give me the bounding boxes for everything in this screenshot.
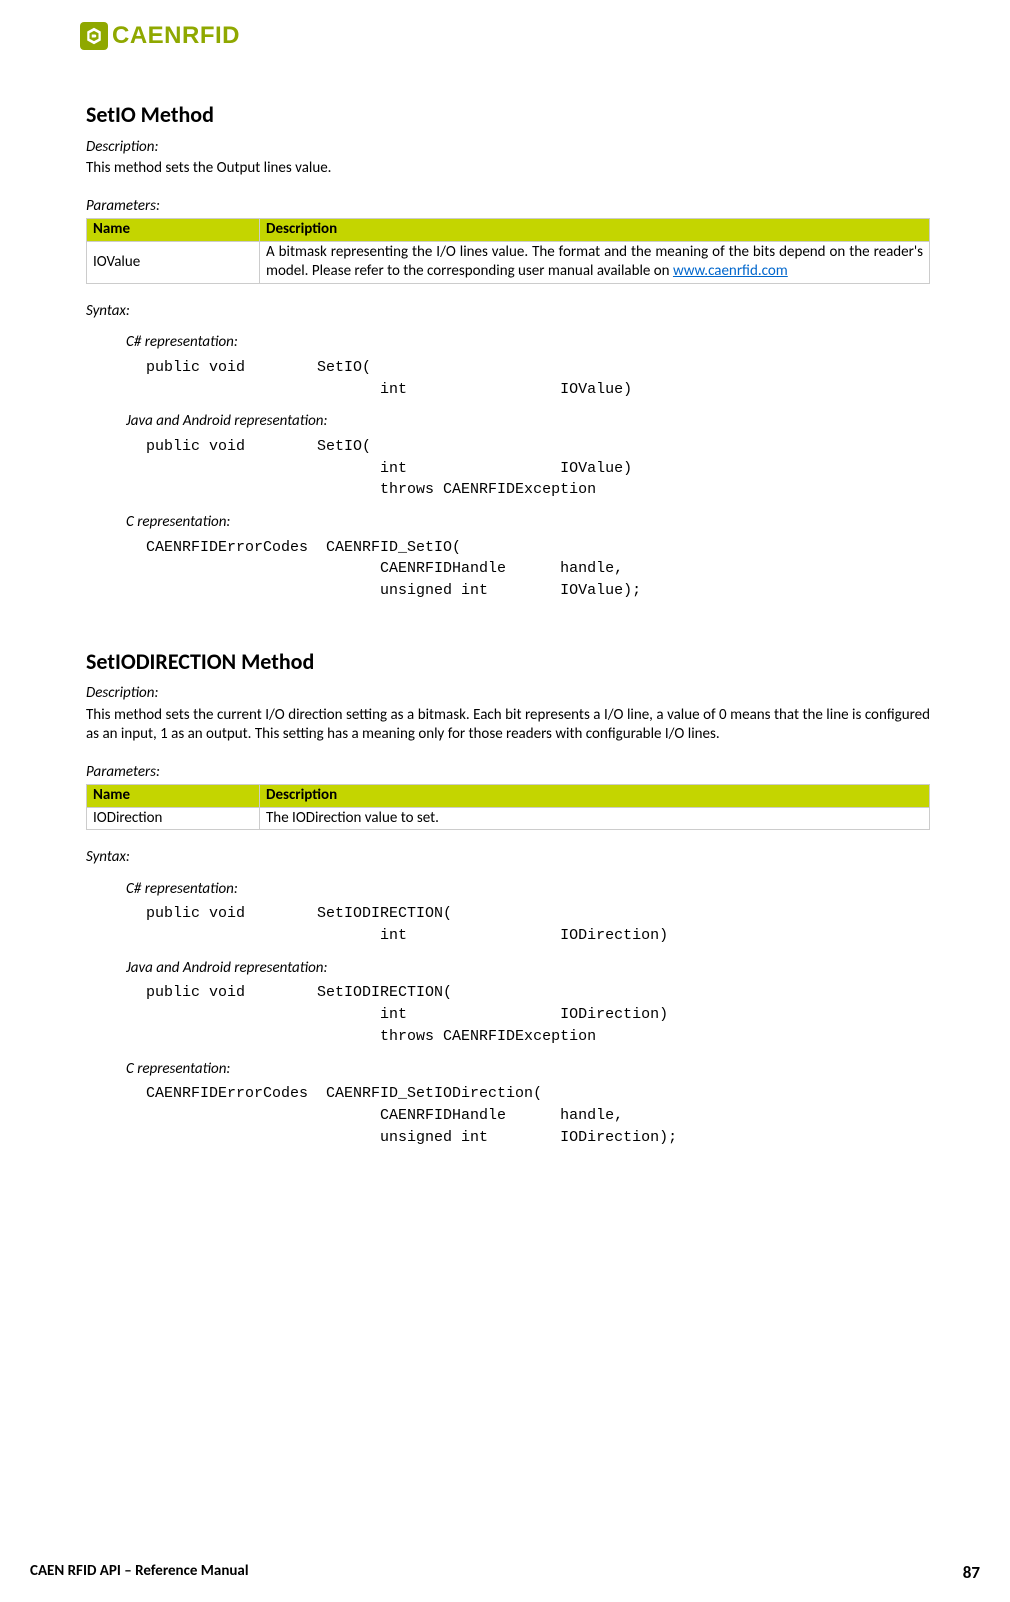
method1-java-label: Java and Android representation:: [126, 412, 930, 432]
method2-syntax-label: Syntax:: [86, 848, 930, 868]
table-row: IOValue A bitmask representing the I/O l…: [87, 241, 930, 283]
param-name-cell: IODirection: [87, 807, 260, 830]
table-header-desc: Description: [260, 219, 930, 242]
method1-java-code: public void SetIO( int IOValue) throws C…: [146, 436, 930, 501]
method1-csharp-code: public void SetIO( int IOValue): [146, 357, 930, 401]
method2-title: SetIODIRECTION Method: [86, 648, 930, 677]
footer-page-number: 87: [963, 1562, 980, 1584]
page-footer: CAEN RFID API – Reference Manual 87: [30, 1562, 980, 1584]
method2-params-table: Name Description IODirection The IODirec…: [86, 784, 930, 830]
method2-c-code: CAENRFIDErrorCodes CAENRFID_SetIODirecti…: [146, 1083, 930, 1148]
method2-csharp-label: C# representation:: [126, 880, 930, 900]
footer-doc-title: CAEN RFID API – Reference Manual: [30, 1562, 249, 1584]
brand-logo: CAENRFID: [80, 20, 930, 51]
method1-csharp-label: C# representation:: [126, 333, 930, 353]
method1-params-table: Name Description IOValue A bitmask repre…: [86, 218, 930, 284]
table-row: IODirection The IODirection value to set…: [87, 807, 930, 830]
brand-logo-icon: [80, 22, 108, 50]
brand-logo-text: CAENRFID: [112, 20, 240, 51]
table-header-desc: Description: [260, 785, 930, 808]
method2-params-label: Parameters:: [86, 763, 930, 783]
param-desc-text: A bitmask representing the I/O lines val…: [266, 243, 923, 281]
method1-desc-text: This method sets the Output lines value.: [86, 159, 930, 179]
method2-java-label: Java and Android representation:: [126, 959, 930, 979]
param-name-cell: IOValue: [87, 241, 260, 283]
method1-title: SetIO Method: [86, 101, 930, 130]
method1-c-label: C representation:: [126, 513, 930, 533]
method1-params-label: Parameters:: [86, 197, 930, 217]
method2-c-label: C representation:: [126, 1060, 930, 1080]
table-header-name: Name: [87, 219, 260, 242]
method1-c-code: CAENRFIDErrorCodes CAENRFID_SetIO( CAENR…: [146, 537, 930, 602]
param-desc-cell: The IODirection value to set.: [260, 807, 930, 830]
method2-csharp-code: public void SetIODIRECTION( int IODirect…: [146, 903, 930, 947]
table-header-name: Name: [87, 785, 260, 808]
method1-syntax-label: Syntax:: [86, 302, 930, 322]
param-desc-cell: A bitmask representing the I/O lines val…: [260, 241, 930, 283]
method2-desc-text: This method sets the current I/O directi…: [86, 706, 930, 745]
method1-desc-label: Description:: [86, 138, 930, 158]
method2-desc-label: Description:: [86, 684, 930, 704]
method2-java-code: public void SetIODIRECTION( int IODirect…: [146, 982, 930, 1047]
caenrfid-link[interactable]: www.caenrfid.com: [673, 262, 788, 280]
